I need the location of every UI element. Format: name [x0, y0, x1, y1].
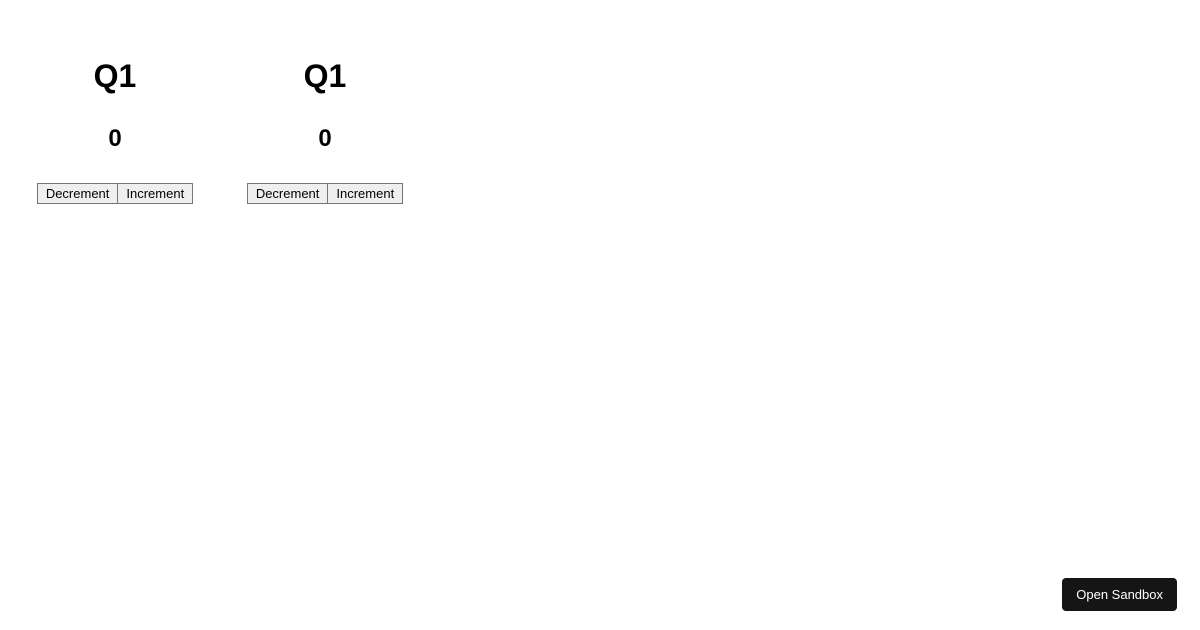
counter-panel: Q1 0 Decrement Increment: [250, 58, 400, 204]
counter-buttons: Decrement Increment: [247, 183, 403, 204]
counter-value: 0: [318, 125, 331, 153]
decrement-button[interactable]: Decrement: [37, 183, 119, 204]
counter-buttons: Decrement Increment: [37, 183, 193, 204]
increment-button[interactable]: Increment: [327, 183, 403, 204]
counter-panel: Q1 0 Decrement Increment: [40, 58, 190, 204]
increment-button[interactable]: Increment: [117, 183, 193, 204]
counter-title: Q1: [304, 58, 347, 95]
counter-title: Q1: [94, 58, 137, 95]
counter-value: 0: [108, 125, 121, 153]
open-sandbox-button[interactable]: Open Sandbox: [1062, 578, 1177, 611]
counters-container: Q1 0 Decrement Increment Q1 0 Decrement …: [0, 0, 1200, 204]
decrement-button[interactable]: Decrement: [247, 183, 329, 204]
